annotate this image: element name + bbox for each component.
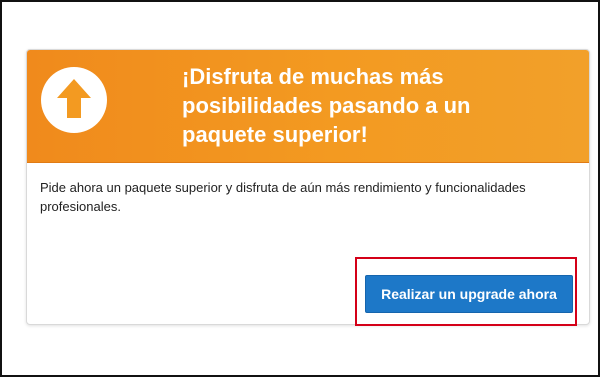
banner-title: ¡Disfruta de muchas más posibilidades pa… xyxy=(182,64,471,147)
upgrade-banner: ¡Disfruta de muchas más posibilidades pa… xyxy=(27,50,589,163)
upgrade-now-button[interactable]: Realizar un upgrade ahora xyxy=(365,275,573,313)
upgrade-description: Pide ahora un paquete superior y disfrut… xyxy=(40,180,526,214)
screenshot-frame: ¡Disfruta de muchas más posibilidades pa… xyxy=(0,0,600,377)
arrow-up-icon xyxy=(41,67,107,133)
